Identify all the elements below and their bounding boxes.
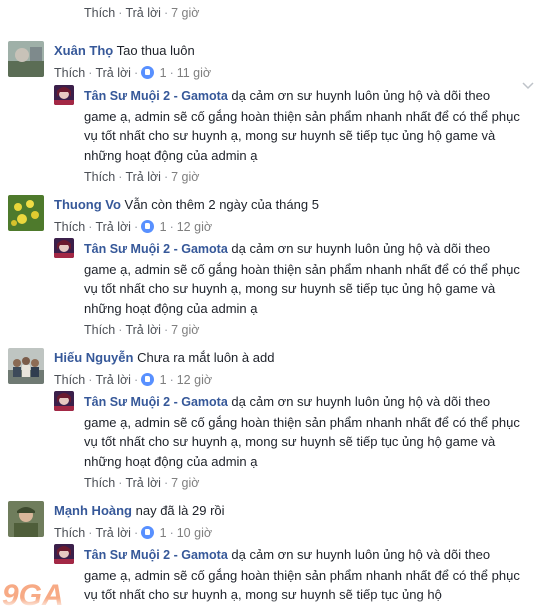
comment-author[interactable]: Mạnh Hoàng — [54, 503, 132, 518]
comment-text: Chưa ra mắt luôn à add — [137, 350, 275, 365]
reply-link[interactable]: Trả lời — [95, 66, 131, 80]
avatar[interactable] — [8, 348, 44, 384]
comment-actions: Thích · Trả lời · 1 · 12 giờ — [54, 220, 213, 234]
avatar[interactable] — [8, 501, 44, 537]
like-link[interactable]: Thích — [54, 373, 85, 387]
timestamp: 12 giờ — [176, 220, 213, 234]
reply-link[interactable]: Trả lời — [95, 220, 131, 234]
reply-link[interactable]: Trả lời — [125, 323, 161, 337]
comment-actions: Thích · Trả lời · 1 · 12 giờ — [54, 373, 213, 387]
like-link[interactable]: Thích — [54, 526, 85, 540]
like-reaction-icon — [141, 373, 155, 386]
reply-actions: Thích · Trả lời · 7 giờ — [84, 170, 200, 184]
like-link[interactable]: Thích — [84, 323, 115, 337]
like-count[interactable]: 1 — [160, 66, 167, 80]
reply-actions: Thích · Trả lời · 7 giờ — [84, 323, 200, 337]
like-count[interactable]: 1 — [160, 526, 167, 540]
like-link[interactable]: Thích — [84, 6, 115, 20]
comment-author[interactable]: Hiếu Nguyễn — [54, 350, 133, 365]
avatar[interactable] — [8, 41, 44, 77]
reply-author[interactable]: Tân Sư Muội 2 - Gamota — [84, 89, 228, 103]
comment-actions: Thích · Trả lời · 1 · 10 giờ — [54, 526, 213, 540]
previous-reply-actions: Thích · Trả lời · 7 giờ — [84, 6, 200, 20]
like-link[interactable]: Thích — [84, 170, 115, 184]
like-link[interactable]: Thích — [54, 220, 85, 234]
timestamp: 7 giờ — [171, 476, 200, 490]
like-link[interactable]: Thích — [54, 66, 85, 80]
page-avatar[interactable] — [54, 544, 74, 564]
timestamp: 7 giờ — [171, 323, 200, 337]
reply-link[interactable]: Trả lời — [95, 373, 131, 387]
comment-text: Tao thua luôn — [116, 43, 195, 58]
chevron-down-icon[interactable] — [522, 81, 534, 91]
comment-text: Vẫn còn thêm 2 ngày của tháng 5 — [124, 197, 319, 212]
like-count[interactable]: 1 — [160, 373, 167, 387]
reply-author[interactable]: Tân Sư Muội 2 - Gamota — [84, 395, 228, 409]
avatar[interactable] — [8, 195, 44, 231]
page-avatar[interactable] — [54, 391, 74, 411]
timestamp: 11 giờ — [176, 66, 212, 80]
comment-actions: Thích · Trả lời · 1 · 11 giờ — [54, 66, 212, 80]
timestamp: 12 giờ — [176, 373, 213, 387]
timestamp: 10 giờ — [176, 526, 213, 540]
comment-author[interactable]: Xuân Thọ — [54, 43, 113, 58]
reply-actions: Thích · Trả lời · 7 giờ — [84, 476, 200, 490]
timestamp: 7 giờ — [171, 170, 200, 184]
reply-author[interactable]: Tân Sư Muội 2 - Gamota — [84, 242, 228, 256]
reply-link[interactable]: Trả lời — [125, 6, 161, 20]
page-avatar[interactable] — [54, 85, 74, 105]
like-reaction-icon — [141, 66, 155, 79]
page-avatar[interactable] — [54, 238, 74, 258]
like-reaction-icon — [141, 526, 155, 539]
timestamp: 7 giờ — [171, 6, 200, 20]
comment-text: nay đã là 29 rồi — [135, 503, 225, 518]
comment-author[interactable]: Thuong Vo — [54, 197, 121, 212]
like-count[interactable]: 1 — [160, 220, 167, 234]
like-reaction-icon — [141, 220, 155, 233]
reply-link[interactable]: Trả lời — [125, 170, 161, 184]
like-link[interactable]: Thích — [84, 476, 115, 490]
reply-link[interactable]: Trả lời — [125, 476, 161, 490]
reply-link[interactable]: Trả lời — [95, 526, 131, 540]
reply-author[interactable]: Tân Sư Muội 2 - Gamota — [84, 548, 228, 562]
bottom-fade — [0, 598, 550, 608]
